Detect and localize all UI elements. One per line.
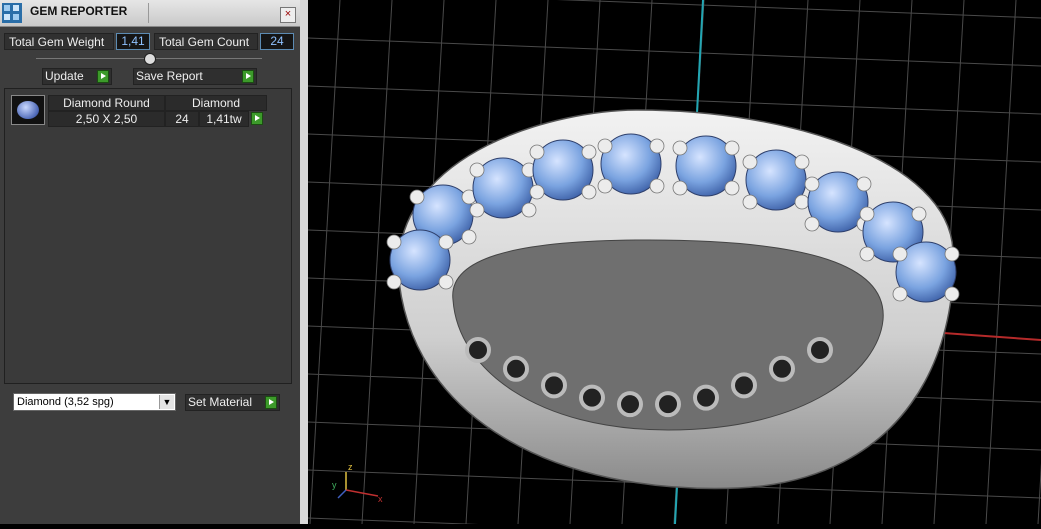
set-material-button[interactable]: Set Material xyxy=(185,394,280,411)
save-report-button-label: Save Report xyxy=(136,69,203,83)
material-select[interactable]: Diamond (3,52 spg) ▼ xyxy=(13,393,176,411)
play-icon xyxy=(242,70,254,83)
update-button-label: Update xyxy=(45,69,84,83)
set-material-button-label: Set Material xyxy=(188,395,253,409)
total-gem-weight-label: Total Gem Weight xyxy=(4,33,114,50)
gem-reporter-panel: GEM REPORTER × Total Gem Weight 1,41 Tot… xyxy=(0,0,300,524)
gem-count-cell: 24 xyxy=(165,111,199,127)
round-gem-icon xyxy=(17,101,39,119)
gem-row-play-icon[interactable] xyxy=(251,112,263,125)
gem-list: Diamond Round Diamond 2,50 X 2,50 24 1,4… xyxy=(4,88,292,384)
gem-weight-cell: 1,41tw xyxy=(199,111,249,127)
3d-viewport[interactable]: z y x xyxy=(257,0,1041,529)
title-separator xyxy=(148,3,149,23)
gizmo-label-z: z xyxy=(348,462,353,472)
gem-shape-cell: Diamond Round xyxy=(48,95,165,111)
axis-gizmo: z y x xyxy=(332,462,383,504)
gizmo-label-y: y xyxy=(332,480,337,490)
gem-reporter-app-icon xyxy=(2,3,22,23)
panel-splitter[interactable] xyxy=(300,0,308,524)
save-report-button[interactable]: Save Report xyxy=(133,68,257,85)
play-icon xyxy=(97,70,109,83)
total-gem-weight-value: 1,41 xyxy=(116,33,150,50)
panel-title: GEM REPORTER xyxy=(30,4,128,18)
update-button[interactable]: Update xyxy=(42,68,112,85)
play-icon xyxy=(265,396,277,409)
gem-type-cell: Diamond xyxy=(165,95,267,111)
viewport-canvas: z y x xyxy=(257,0,1041,529)
total-gem-count-label: Total Gem Count xyxy=(154,33,258,50)
title-bar: GEM REPORTER × xyxy=(0,0,300,27)
gem-size-cell: 2,50 X 2,50 xyxy=(48,111,165,127)
slider-thumb[interactable] xyxy=(144,53,156,65)
gem-thumbnail[interactable] xyxy=(11,95,45,125)
close-button[interactable]: × xyxy=(280,7,296,23)
chevron-down-icon[interactable]: ▼ xyxy=(159,395,174,409)
material-select-value: Diamond (3,52 spg) xyxy=(17,396,114,408)
ring-model[interactable] xyxy=(386,109,960,490)
total-gem-count-value: 24 xyxy=(260,33,294,50)
gizmo-label-x: x xyxy=(378,494,383,504)
